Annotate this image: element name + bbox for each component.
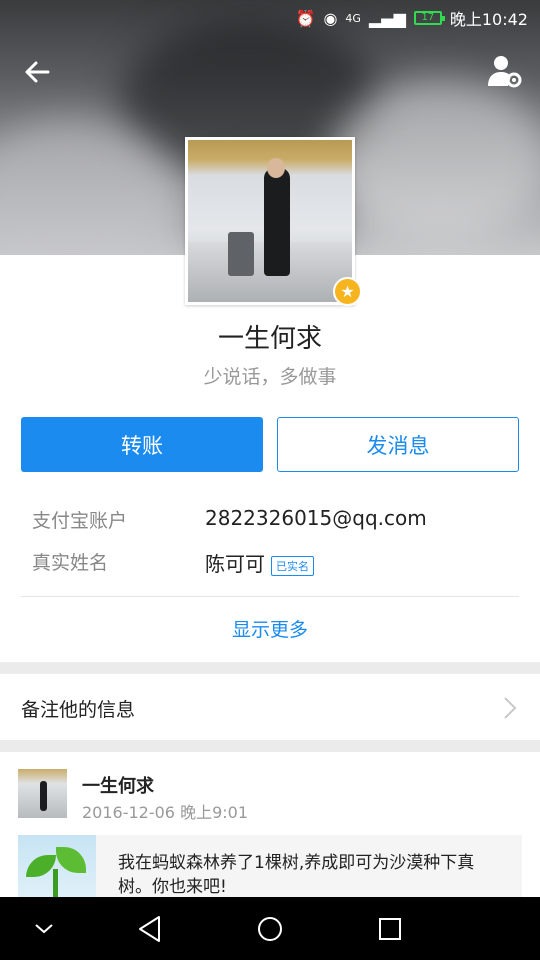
user-settings-icon (488, 56, 522, 88)
status-time: 晚上10:42 (449, 10, 528, 29)
network-label: 4G (345, 11, 361, 25)
account-value: 2822326015@qq.com (205, 506, 427, 530)
alarm-icon: ⏰ (295, 8, 316, 28)
nav-hide-button[interactable] (24, 909, 64, 949)
feed-avatar[interactable] (18, 769, 67, 818)
circle-home-icon (258, 917, 282, 941)
avatar-photo (188, 140, 352, 302)
feed-text: 我在蚂蚁森林养了1棵树,养成即可为沙漠种下真树。你也来吧! (118, 853, 475, 897)
tree-thumbnail (18, 835, 96, 897)
chevron-right-icon (503, 696, 517, 726)
realname-value: 陈可可 (205, 552, 265, 576)
feed-author-name[interactable]: 一生何求 (82, 772, 154, 798)
realname-label: 真实姓名 (32, 552, 109, 574)
battery-icon: 17 (413, 11, 445, 25)
star-badge-icon: ★ (333, 277, 362, 306)
realname-row: 陈可可 已实名 (205, 548, 314, 577)
note-info-label: 备注他的信息 (21, 699, 136, 721)
nav-back-button[interactable] (130, 909, 170, 949)
section-gap (0, 662, 540, 674)
note-info-row[interactable]: 备注他的信息 (0, 674, 540, 740)
transfer-button[interactable]: 转账 (21, 417, 263, 472)
square-recent-icon (379, 918, 401, 940)
system-nav-bar (0, 897, 540, 960)
status-bar: ⏰ ◉ 4G ▂▄▆ 17 晚上10:42 (0, 0, 540, 36)
arrow-left-icon (25, 61, 50, 83)
verified-badge: 已实名 (271, 555, 314, 576)
profile-settings-button[interactable] (484, 52, 526, 92)
profile-name: 一生何求 (217, 324, 322, 354)
chevron-down-icon (35, 924, 53, 934)
account-label: 支付宝账户 (32, 510, 128, 532)
nav-recent-button[interactable] (370, 909, 410, 949)
feed-card[interactable]: 我在蚂蚁森林养了1棵树,养成即可为沙漠种下真树。你也来吧! (18, 835, 522, 897)
profile-avatar[interactable] (185, 137, 355, 305)
triangle-back-icon (139, 916, 160, 942)
signal-icon: ▂▄▆ (368, 8, 406, 28)
eye-icon: ◉ (323, 8, 338, 28)
divider (21, 596, 519, 597)
show-more-link[interactable]: 显示更多 (0, 615, 540, 642)
send-message-button[interactable]: 发消息 (277, 417, 519, 472)
feed-timestamp: 2016-12-06 晚上9:01 (82, 803, 249, 822)
profile-motto: 少说话，多做事 (203, 366, 337, 388)
back-button[interactable] (18, 52, 58, 92)
section-gap (0, 740, 540, 752)
nav-home-button[interactable] (250, 909, 290, 949)
